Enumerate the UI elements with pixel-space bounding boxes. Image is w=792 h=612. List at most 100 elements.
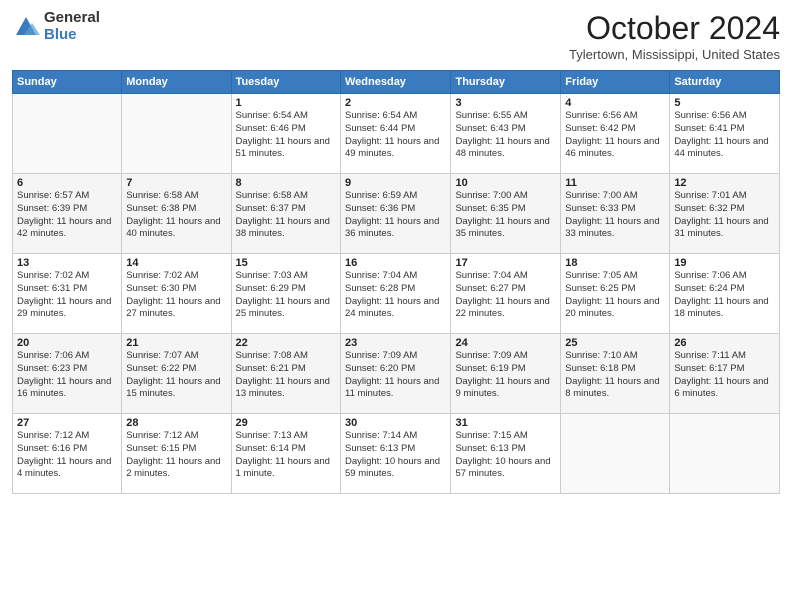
day-detail: Sunrise: 6:58 AM Sunset: 6:37 PM Dayligh… — [236, 190, 336, 241]
day-detail: Sunrise: 7:09 AM Sunset: 6:19 PM Dayligh… — [455, 350, 556, 401]
calendar-cell — [13, 94, 122, 174]
day-header-monday: Monday — [122, 71, 231, 94]
day-number: 30 — [345, 417, 446, 429]
calendar-cell: 13Sunrise: 7:02 AM Sunset: 6:31 PM Dayli… — [13, 254, 122, 334]
day-detail: Sunrise: 7:13 AM Sunset: 6:14 PM Dayligh… — [236, 430, 336, 481]
day-detail: Sunrise: 7:15 AM Sunset: 6:13 PM Dayligh… — [455, 430, 556, 481]
day-number: 24 — [455, 337, 556, 349]
day-detail: Sunrise: 7:00 AM Sunset: 6:33 PM Dayligh… — [565, 190, 665, 241]
day-detail: Sunrise: 7:14 AM Sunset: 6:13 PM Dayligh… — [345, 430, 446, 481]
calendar-table: SundayMondayTuesdayWednesdayThursdayFrid… — [12, 70, 780, 494]
day-number: 15 — [236, 257, 336, 269]
day-header-thursday: Thursday — [451, 71, 561, 94]
day-detail: Sunrise: 7:06 AM Sunset: 6:23 PM Dayligh… — [17, 350, 117, 401]
calendar-cell: 14Sunrise: 7:02 AM Sunset: 6:30 PM Dayli… — [122, 254, 231, 334]
day-number: 22 — [236, 337, 336, 349]
day-detail: Sunrise: 6:59 AM Sunset: 6:36 PM Dayligh… — [345, 190, 446, 241]
day-number: 1 — [236, 97, 336, 109]
calendar-cell: 1Sunrise: 6:54 AM Sunset: 6:46 PM Daylig… — [231, 94, 340, 174]
calendar-cell: 28Sunrise: 7:12 AM Sunset: 6:15 PM Dayli… — [122, 414, 231, 494]
day-detail: Sunrise: 7:00 AM Sunset: 6:35 PM Dayligh… — [455, 190, 556, 241]
day-number: 20 — [17, 337, 117, 349]
calendar-cell: 7Sunrise: 6:58 AM Sunset: 6:38 PM Daylig… — [122, 174, 231, 254]
header: General Blue October 2024 Tylertown, Mis… — [12, 10, 780, 62]
day-detail: Sunrise: 7:08 AM Sunset: 6:21 PM Dayligh… — [236, 350, 336, 401]
day-detail: Sunrise: 6:56 AM Sunset: 6:42 PM Dayligh… — [565, 110, 665, 161]
day-detail: Sunrise: 7:05 AM Sunset: 6:25 PM Dayligh… — [565, 270, 665, 321]
calendar-cell: 9Sunrise: 6:59 AM Sunset: 6:36 PM Daylig… — [341, 174, 451, 254]
calendar-cell: 21Sunrise: 7:07 AM Sunset: 6:22 PM Dayli… — [122, 334, 231, 414]
calendar-cell: 5Sunrise: 6:56 AM Sunset: 6:41 PM Daylig… — [670, 94, 780, 174]
day-number: 3 — [455, 97, 556, 109]
day-header-tuesday: Tuesday — [231, 71, 340, 94]
day-number: 12 — [674, 177, 775, 189]
calendar-cell: 19Sunrise: 7:06 AM Sunset: 6:24 PM Dayli… — [670, 254, 780, 334]
day-detail: Sunrise: 7:02 AM Sunset: 6:31 PM Dayligh… — [17, 270, 117, 321]
logo: General Blue — [12, 10, 100, 43]
day-number: 14 — [126, 257, 226, 269]
calendar-cell: 4Sunrise: 6:56 AM Sunset: 6:42 PM Daylig… — [561, 94, 670, 174]
day-number: 10 — [455, 177, 556, 189]
calendar-cell: 17Sunrise: 7:04 AM Sunset: 6:27 PM Dayli… — [451, 254, 561, 334]
day-number: 9 — [345, 177, 446, 189]
day-number: 21 — [126, 337, 226, 349]
day-detail: Sunrise: 7:06 AM Sunset: 6:24 PM Dayligh… — [674, 270, 775, 321]
calendar-cell: 23Sunrise: 7:09 AM Sunset: 6:20 PM Dayli… — [341, 334, 451, 414]
day-number: 6 — [17, 177, 117, 189]
day-number: 5 — [674, 97, 775, 109]
day-number: 27 — [17, 417, 117, 429]
calendar-week-5: 27Sunrise: 7:12 AM Sunset: 6:16 PM Dayli… — [13, 414, 780, 494]
page: General Blue October 2024 Tylertown, Mis… — [0, 0, 792, 612]
day-detail: Sunrise: 7:01 AM Sunset: 6:32 PM Dayligh… — [674, 190, 775, 241]
day-number: 7 — [126, 177, 226, 189]
day-number: 26 — [674, 337, 775, 349]
day-number: 2 — [345, 97, 446, 109]
calendar-cell: 10Sunrise: 7:00 AM Sunset: 6:35 PM Dayli… — [451, 174, 561, 254]
calendar-cell — [670, 414, 780, 494]
day-detail: Sunrise: 7:12 AM Sunset: 6:15 PM Dayligh… — [126, 430, 226, 481]
month-title: October 2024 — [569, 10, 780, 47]
day-detail: Sunrise: 6:54 AM Sunset: 6:46 PM Dayligh… — [236, 110, 336, 161]
day-detail: Sunrise: 6:57 AM Sunset: 6:39 PM Dayligh… — [17, 190, 117, 241]
day-detail: Sunrise: 6:56 AM Sunset: 6:41 PM Dayligh… — [674, 110, 775, 161]
day-detail: Sunrise: 7:07 AM Sunset: 6:22 PM Dayligh… — [126, 350, 226, 401]
calendar-cell: 16Sunrise: 7:04 AM Sunset: 6:28 PM Dayli… — [341, 254, 451, 334]
calendar-week-4: 20Sunrise: 7:06 AM Sunset: 6:23 PM Dayli… — [13, 334, 780, 414]
calendar-cell — [122, 94, 231, 174]
calendar-cell: 6Sunrise: 6:57 AM Sunset: 6:39 PM Daylig… — [13, 174, 122, 254]
calendar-cell — [561, 414, 670, 494]
day-detail: Sunrise: 7:02 AM Sunset: 6:30 PM Dayligh… — [126, 270, 226, 321]
day-header-wednesday: Wednesday — [341, 71, 451, 94]
location: Tylertown, Mississippi, United States — [569, 47, 780, 62]
calendar-cell: 18Sunrise: 7:05 AM Sunset: 6:25 PM Dayli… — [561, 254, 670, 334]
day-header-friday: Friday — [561, 71, 670, 94]
day-number: 11 — [565, 177, 665, 189]
calendar-cell: 27Sunrise: 7:12 AM Sunset: 6:16 PM Dayli… — [13, 414, 122, 494]
day-number: 18 — [565, 257, 665, 269]
day-number: 28 — [126, 417, 226, 429]
day-detail: Sunrise: 6:55 AM Sunset: 6:43 PM Dayligh… — [455, 110, 556, 161]
day-detail: Sunrise: 7:12 AM Sunset: 6:16 PM Dayligh… — [17, 430, 117, 481]
day-number: 4 — [565, 97, 665, 109]
day-detail: Sunrise: 7:09 AM Sunset: 6:20 PM Dayligh… — [345, 350, 446, 401]
calendar-cell: 31Sunrise: 7:15 AM Sunset: 6:13 PM Dayli… — [451, 414, 561, 494]
calendar-week-3: 13Sunrise: 7:02 AM Sunset: 6:31 PM Dayli… — [13, 254, 780, 334]
day-detail: Sunrise: 6:58 AM Sunset: 6:38 PM Dayligh… — [126, 190, 226, 241]
day-number: 23 — [345, 337, 446, 349]
day-number: 25 — [565, 337, 665, 349]
calendar-cell: 22Sunrise: 7:08 AM Sunset: 6:21 PM Dayli… — [231, 334, 340, 414]
logo-icon — [12, 13, 40, 41]
calendar-week-1: 1Sunrise: 6:54 AM Sunset: 6:46 PM Daylig… — [13, 94, 780, 174]
calendar-cell: 24Sunrise: 7:09 AM Sunset: 6:19 PM Dayli… — [451, 334, 561, 414]
calendar-cell: 29Sunrise: 7:13 AM Sunset: 6:14 PM Dayli… — [231, 414, 340, 494]
logo-blue-text: Blue — [44, 27, 100, 44]
calendar-cell: 12Sunrise: 7:01 AM Sunset: 6:32 PM Dayli… — [670, 174, 780, 254]
day-number: 29 — [236, 417, 336, 429]
day-detail: Sunrise: 7:04 AM Sunset: 6:27 PM Dayligh… — [455, 270, 556, 321]
day-detail: Sunrise: 6:54 AM Sunset: 6:44 PM Dayligh… — [345, 110, 446, 161]
day-number: 17 — [455, 257, 556, 269]
day-detail: Sunrise: 7:11 AM Sunset: 6:17 PM Dayligh… — [674, 350, 775, 401]
day-detail: Sunrise: 7:03 AM Sunset: 6:29 PM Dayligh… — [236, 270, 336, 321]
day-number: 8 — [236, 177, 336, 189]
calendar-cell: 26Sunrise: 7:11 AM Sunset: 6:17 PM Dayli… — [670, 334, 780, 414]
